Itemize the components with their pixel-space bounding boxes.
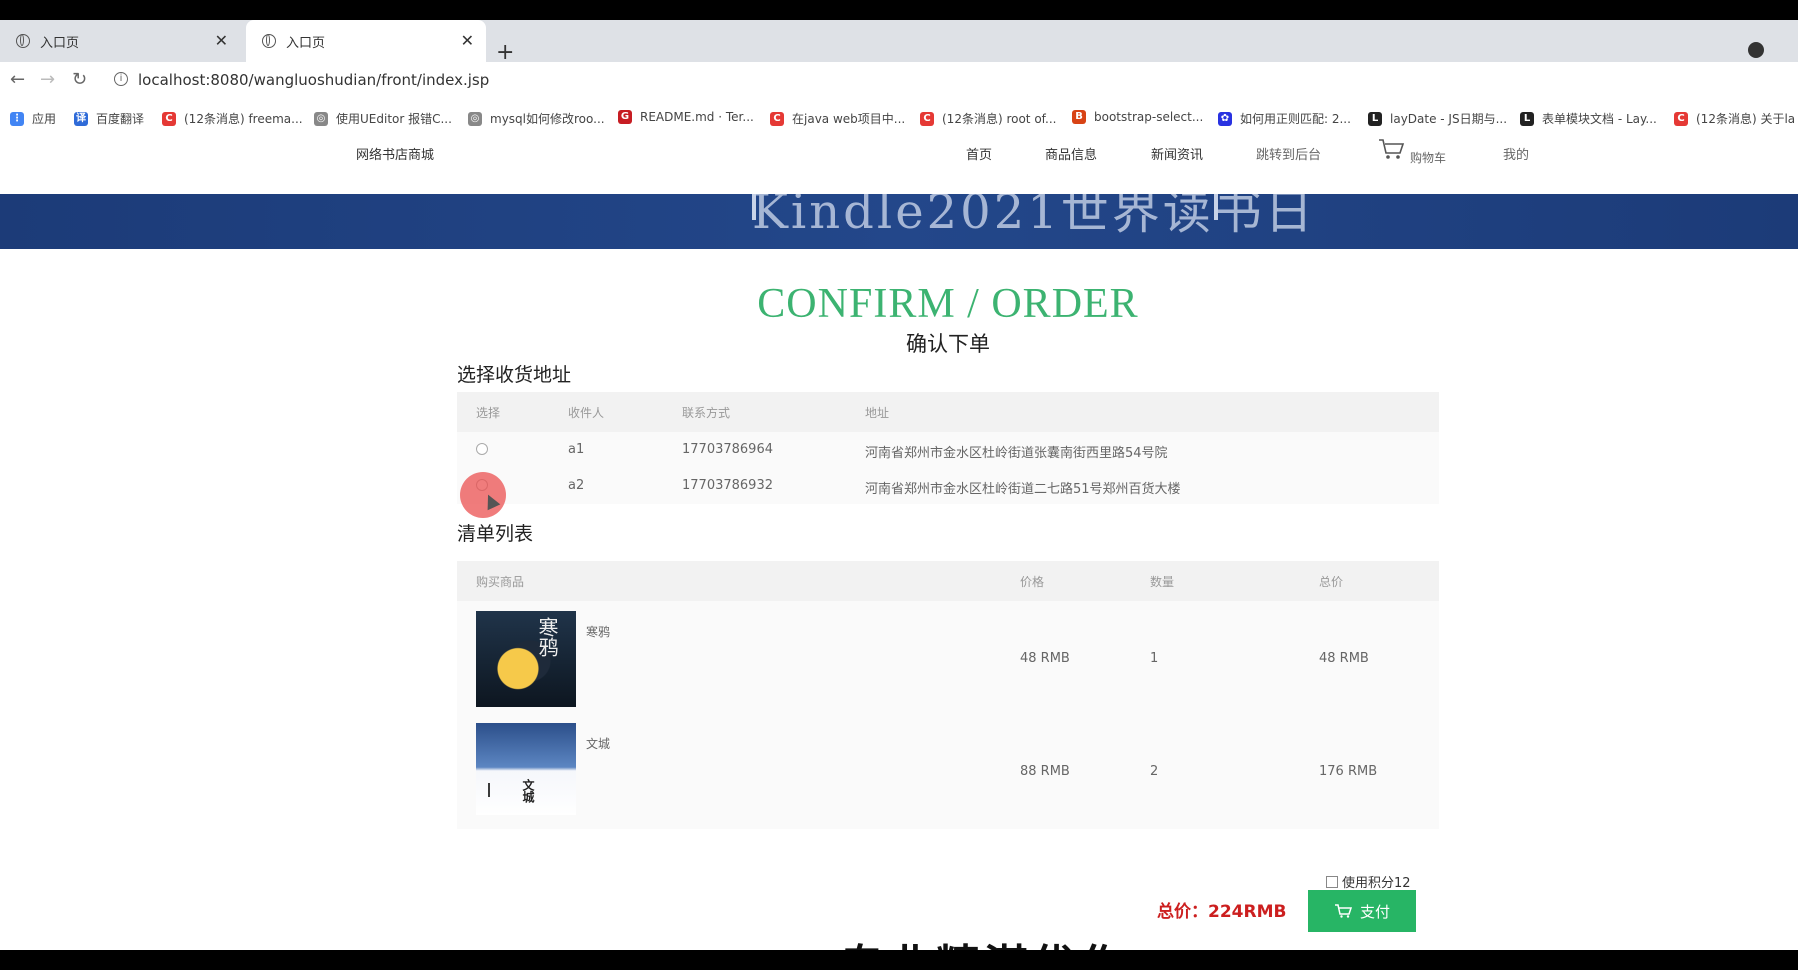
nav-products[interactable]: 商品信息 — [1045, 144, 1097, 163]
col-product: 购买商品 — [476, 575, 525, 589]
gitee-icon: G — [618, 110, 632, 124]
layui-icon: L — [1368, 111, 1382, 126]
tab-title: 入口页 — [40, 35, 80, 51]
csdn-icon: C — [1674, 111, 1688, 126]
order-list-header: 购买商品 价格 数量 总价 — [457, 561, 1439, 601]
back-arrow-icon[interactable]: ← — [10, 69, 25, 90]
banner: Kindle2021世界读书日 — [0, 194, 1798, 249]
tab-1[interactable]: 入口页 ✕ — [0, 20, 240, 62]
recipient-name: a1 — [568, 442, 585, 457]
tab-2[interactable]: 入口页 ✕ — [246, 20, 486, 62]
checkbox-icon[interactable] — [1326, 875, 1338, 888]
tab-bar: 入口页 ✕ 入口页 ✕ + — [0, 20, 1798, 65]
product-qty: 2 — [1150, 764, 1159, 779]
nav-home[interactable]: 首页 — [966, 144, 992, 163]
window-top-strip — [0, 0, 1798, 20]
bookmarks-bar: ⋮ 应用 译百度翻译 C (12条消息) freema... ◎ 使用UEditor … — [0, 102, 1798, 137]
order-list-table: 购买商品 价格 数量 总价 寒鸦 寒鸦 48 RMB 1 48 RMB 文城 文… — [457, 561, 1439, 829]
product-name[interactable]: 寒鸦 — [586, 623, 610, 640]
bookmark-item[interactable]: C (12条消息) freema... — [162, 110, 303, 127]
col-price: 价格 — [1020, 575, 1045, 589]
reload-icon[interactable]: ↻ — [72, 69, 87, 90]
layui-icon: L — [1520, 111, 1534, 126]
product-name[interactable]: 文城 — [586, 735, 610, 752]
product-total: 176 RMB — [1319, 764, 1378, 779]
globe-icon: ◎ — [314, 111, 328, 126]
col-phone: 联系方式 — [682, 406, 731, 420]
bookmark-item[interactable]: ✿ 如何用正则匹配: 2... — [1218, 110, 1351, 127]
csdn-icon: C — [920, 111, 934, 126]
browser-window: 入口页 ✕ 入口页 ✕ + ← → ↻ i localhost:8080/wan… — [0, 0, 1798, 950]
bookmark-item[interactable]: C (12条消息) root of... — [920, 110, 1056, 127]
bookmark-item[interactable]: ◎ 使用UEditor 报错C... — [314, 110, 452, 127]
book-icon: B — [1072, 110, 1086, 124]
bookmark-item[interactable]: C 在java web项目中... — [770, 110, 905, 127]
nav-news[interactable]: 新闻资讯 — [1151, 144, 1203, 163]
col-select: 选择 — [476, 406, 501, 420]
forward-arrow-icon[interactable]: → — [40, 69, 55, 90]
bookmark-item[interactable]: G README.md · Ter... — [618, 110, 754, 124]
address-section-title: 选择收货地址 — [457, 364, 572, 386]
col-recipient: 收件人 — [568, 406, 605, 420]
site-header: 网络书店商城 首页 商品信息 新闻资讯 跳转到后台 购物车 我的 — [0, 136, 1798, 194]
click-indicator — [460, 472, 506, 518]
recipient-address: 河南省郑州市金水区杜岭街道二七路51号郑州百货大楼 — [865, 482, 1181, 497]
page-title-cn: 确认下单 — [906, 332, 990, 356]
csdn-icon: C — [162, 111, 176, 126]
nav-mine[interactable]: 我的 — [1503, 144, 1529, 163]
recipient-address: 河南省郑州市金水区杜岭街道张囊南街西里路54号院 — [865, 446, 1168, 461]
address-radio-a1[interactable] — [476, 443, 488, 455]
banner-text: Kindle2021世界读书日 — [752, 194, 1316, 240]
globe-icon — [16, 34, 30, 48]
csdn-icon: C — [770, 111, 784, 126]
use-points-checkbox[interactable]: 使用积分12 — [1326, 872, 1411, 891]
pay-button[interactable]: 支付 — [1308, 890, 1416, 932]
page-title-en: CONFIRM / ORDER — [757, 281, 1139, 327]
bookmark-item[interactable]: LlayDate - JS日期与... — [1368, 110, 1507, 127]
list-section-title: 清单列表 — [457, 523, 534, 545]
footer-heading: 专业精湛优作 — [840, 930, 1128, 950]
banner-bracket-right — [1214, 194, 1218, 220]
book-cover-image[interactable]: 文城 — [476, 723, 576, 815]
order-total: 总价：224RMB — [1157, 902, 1287, 922]
address-table: 选择 收件人 联系方式 地址 a1 17703786964 河南省郑州市金水区杜… — [457, 392, 1439, 504]
cart-icon — [1334, 904, 1352, 918]
baidu-translate-icon: 译 — [74, 111, 88, 126]
product-total: 48 RMB — [1319, 651, 1369, 666]
product-price: 88 RMB — [1020, 764, 1070, 779]
bookmark-item[interactable]: 译百度翻译 — [74, 110, 144, 127]
close-icon[interactable]: ✕ — [461, 31, 474, 50]
site-info-icon[interactable]: i — [114, 72, 128, 86]
address-bar: ← → ↻ i localhost:8080/wangluoshudian/fr… — [0, 62, 1798, 102]
bookmark-item[interactable]: L 表单模块文档 - Lay... — [1520, 110, 1657, 127]
nav-cart[interactable]: 购物车 — [1410, 149, 1446, 166]
tab-title: 入口页 — [286, 35, 326, 51]
bookmark-item[interactable]: Bbootstrap-select... — [1072, 110, 1203, 124]
recipient-phone: 17703786932 — [682, 478, 773, 493]
col-total: 总价 — [1319, 575, 1344, 589]
pay-label: 支付 — [1359, 902, 1390, 921]
url-field[interactable]: localhost:8080/wangluoshudian/front/inde… — [138, 71, 489, 89]
profile-icon[interactable] — [1748, 42, 1764, 58]
baidu-icon: ✿ — [1218, 111, 1232, 126]
product-price: 48 RMB — [1020, 651, 1070, 666]
book-cover-image[interactable]: 寒鸦 — [476, 611, 576, 707]
recipient-name: a2 — [568, 478, 585, 493]
bookmark-item[interactable]: C (12条消息) 关于la — [1674, 110, 1795, 127]
apps-grid-icon: ⋮ — [10, 111, 24, 126]
col-qty: 数量 — [1150, 575, 1175, 589]
bookmark-item[interactable]: ◎ mysql如何修改roo... — [468, 110, 605, 127]
use-points-label: 使用积分12 — [1342, 876, 1411, 891]
close-icon[interactable]: ✕ — [215, 31, 228, 50]
globe-icon — [262, 34, 276, 48]
address-table-header: 选择 收件人 联系方式 地址 — [457, 392, 1439, 432]
site-brand[interactable]: 网络书店商城 — [356, 144, 434, 163]
recipient-phone: 17703786964 — [682, 442, 773, 457]
col-address: 地址 — [865, 406, 890, 420]
product-qty: 1 — [1150, 651, 1159, 666]
globe-icon: ◎ — [468, 111, 482, 126]
bookmark-item[interactable]: ⋮ 应用 — [10, 110, 56, 127]
cart-icon[interactable] — [1378, 138, 1406, 160]
nav-admin[interactable]: 跳转到后台 — [1256, 144, 1321, 163]
